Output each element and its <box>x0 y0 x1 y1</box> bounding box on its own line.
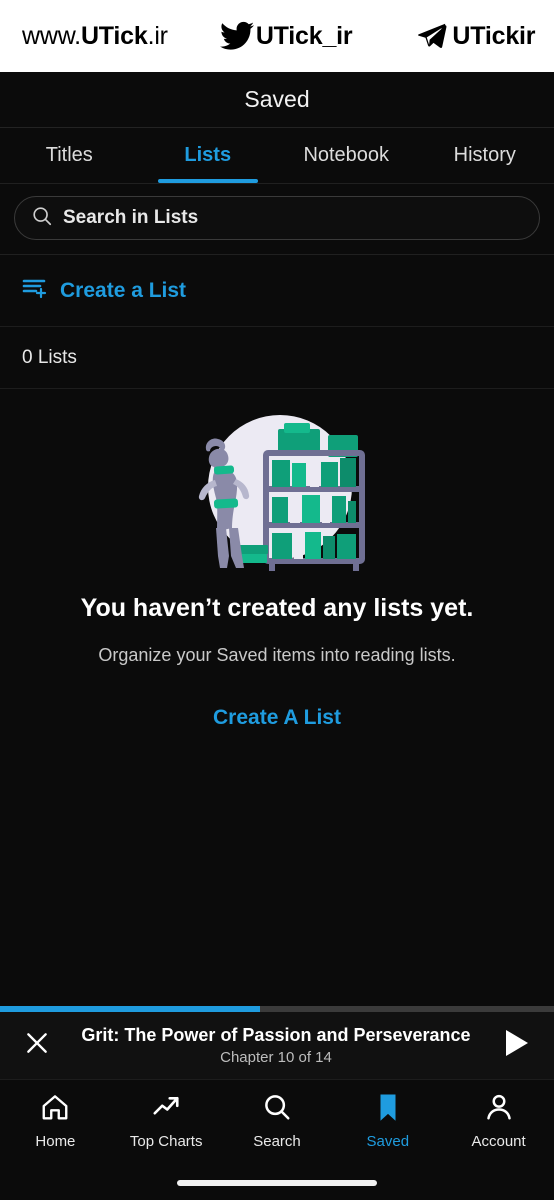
telegram-plane-icon <box>414 21 450 51</box>
empty-state-subtitle: Organize your Saved items into reading l… <box>98 645 456 665</box>
tab-notebook-label: Notebook <box>303 144 390 166</box>
watermark-twitter: UTick_ir <box>219 21 353 51</box>
watermark-telegram: UTickir <box>414 21 536 51</box>
empty-state-title: You haven’t created any lists yet. <box>80 594 474 622</box>
bookshelf-person-illustration <box>198 415 365 571</box>
play-icon <box>501 1027 531 1064</box>
search-placeholder: Search in Lists <box>63 207 199 228</box>
search-input[interactable]: Search in Lists <box>14 196 540 240</box>
list-count-label: 0 Lists <box>22 346 77 368</box>
tab-history-label: History <box>453 144 516 166</box>
player-metadata[interactable]: Grit: The Power of Passion and Persevera… <box>58 1025 494 1066</box>
player-chapter: Chapter 10 of 14 <box>220 1049 332 1066</box>
watermark-website-name: UTick <box>80 21 148 50</box>
home-indicator[interactable] <box>177 1180 377 1186</box>
home-icon <box>40 1092 70 1127</box>
page-title: Saved <box>244 86 310 112</box>
mini-player-body: Grit: The Power of Passion and Persevera… <box>0 1012 554 1080</box>
list-add-icon <box>22 276 48 305</box>
watermark-website-prefix: www. <box>22 21 81 50</box>
player-title: Grit: The Power of Passion and Persevera… <box>81 1025 471 1045</box>
tab-history[interactable]: History <box>416 128 554 183</box>
watermark-twitter-handle: UTick_ir <box>255 21 353 50</box>
watermark-website-text: www.UTick.ir <box>22 22 168 51</box>
nav-item-account-label: Account <box>471 1133 526 1150</box>
screen-header: Saved <box>0 72 554 128</box>
search-icon <box>31 205 53 232</box>
tab-titles-label: Titles <box>45 144 93 166</box>
tab-bar: Titles Lists Notebook History <box>0 128 554 184</box>
person-icon <box>484 1092 514 1127</box>
mini-player: Grit: The Power of Passion and Persevera… <box>0 1006 554 1080</box>
home-indicator-area <box>0 1166 554 1200</box>
tab-notebook[interactable]: Notebook <box>277 128 416 183</box>
tab-titles[interactable]: Titles <box>0 128 139 183</box>
bottom-navigation: Home Top Charts Search Saved Account <box>0 1080 554 1166</box>
nav-item-home[interactable]: Home <box>0 1092 111 1150</box>
nav-item-search[interactable]: Search <box>222 1092 333 1150</box>
tab-lists[interactable]: Lists <box>139 128 278 183</box>
watermark-telegram-handle: UTickir <box>452 21 536 50</box>
search-container: Search in Lists <box>0 184 554 255</box>
watermark-website-tld: .ir <box>147 21 168 50</box>
player-close-button[interactable] <box>16 1025 58 1067</box>
nav-item-saved[interactable]: Saved <box>332 1092 443 1150</box>
nav-item-top-charts-label: Top Charts <box>129 1133 203 1150</box>
list-count-row: 0 Lists <box>0 327 554 389</box>
player-play-button[interactable] <box>494 1024 538 1068</box>
bookmark-icon <box>373 1092 403 1127</box>
twitter-bird-icon <box>219 21 254 51</box>
create-a-list-label: Create a List <box>60 278 187 302</box>
app-root: www.UTick.ir UTick_ir UTickir Saved Titl… <box>0 0 554 1200</box>
nav-item-top-charts[interactable]: Top Charts <box>111 1092 222 1150</box>
empty-state: You haven’t created any lists yet. Organ… <box>0 389 554 1006</box>
watermark-banner: www.UTick.ir UTick_ir UTickir <box>0 0 554 72</box>
nav-item-saved-label: Saved <box>366 1133 410 1150</box>
empty-state-create-list-link[interactable]: Create A List <box>213 706 341 730</box>
search-icon <box>262 1092 292 1127</box>
nav-item-account[interactable]: Account <box>443 1092 554 1150</box>
nav-item-search-label: Search <box>253 1133 301 1150</box>
nav-item-home-label: Home <box>35 1133 76 1150</box>
close-icon <box>24 1030 50 1061</box>
watermark-website: www.UTick.ir <box>22 22 168 51</box>
create-a-list-button[interactable]: Create a List <box>0 255 554 327</box>
tab-lists-label: Lists <box>184 144 232 166</box>
trending-icon <box>151 1092 181 1127</box>
